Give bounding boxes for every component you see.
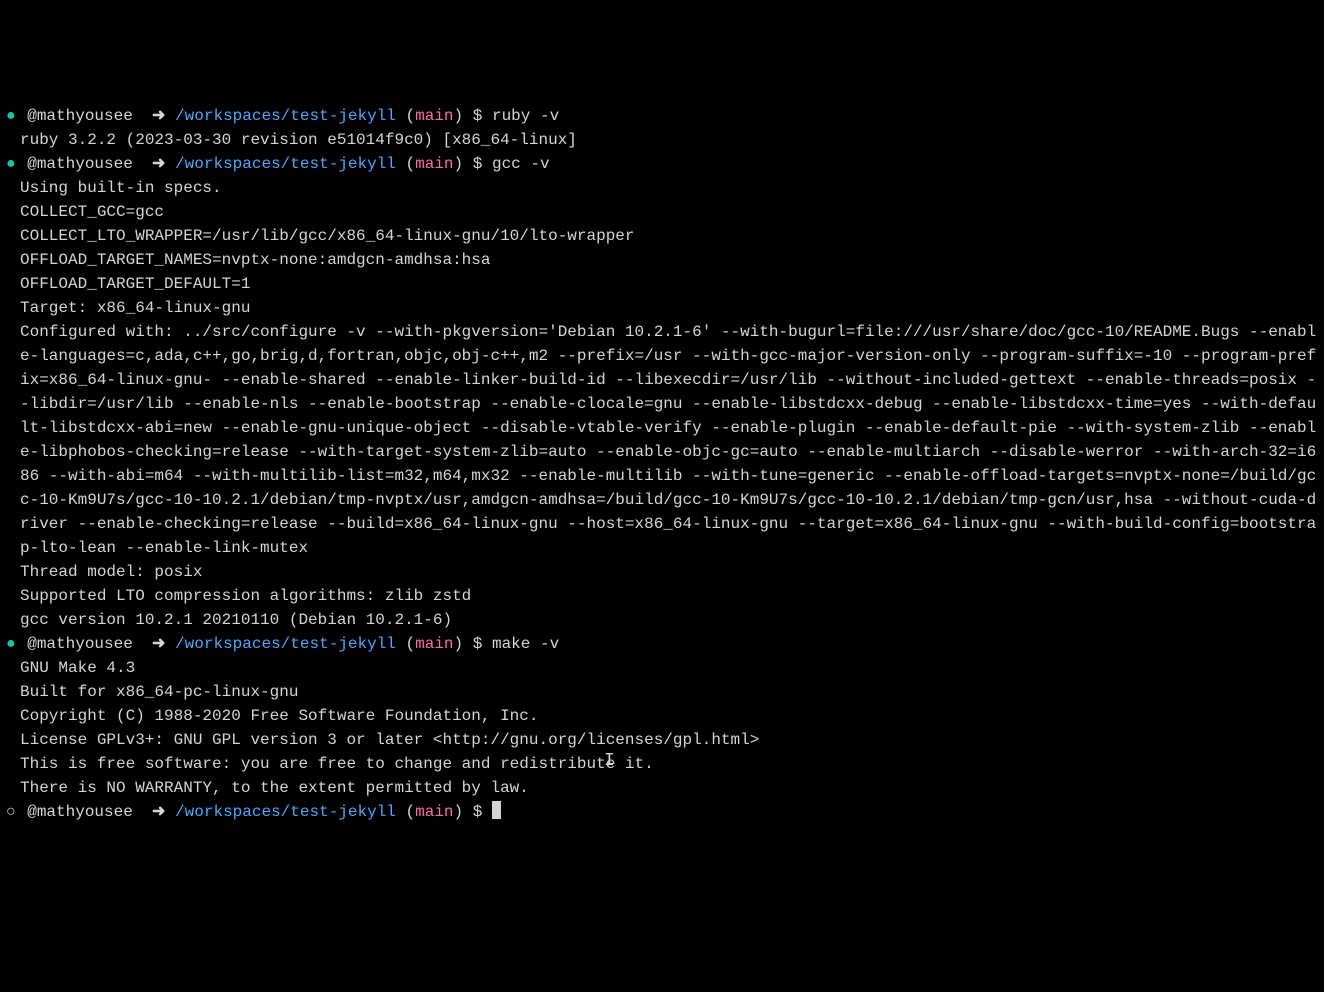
prompt-line-1: ● @mathyousee ➜ /workspaces/test-jekyll …: [6, 104, 1324, 128]
branch-paren-close: ): [454, 107, 464, 125]
prompt-dollar: $: [473, 803, 483, 821]
terminal[interactable]: ● @mathyousee ➜ /workspaces/test-jekyll …: [6, 104, 1324, 824]
gcc-output-line: Configured with: ../src/configure -v --w…: [6, 320, 1324, 560]
make-output-line: There is NO WARRANTY, to the extent perm…: [6, 776, 1324, 800]
status-bullet-icon: ●: [6, 155, 16, 173]
command-text: gcc -v: [492, 155, 550, 173]
branch-paren-open: (: [406, 803, 416, 821]
prompt-user: @mathyousee: [27, 803, 133, 821]
arrow-icon: ➜: [152, 155, 165, 173]
gcc-output-line: COLLECT_GCC=gcc: [6, 200, 1324, 224]
make-output-line: GNU Make 4.3: [6, 656, 1324, 680]
arrow-icon: ➜: [152, 635, 165, 653]
prompt-user: @mathyousee: [27, 107, 133, 125]
gcc-output-line: Supported LTO compression algorithms: zl…: [6, 584, 1324, 608]
prompt-dollar: $: [473, 107, 483, 125]
branch-paren-open: (: [406, 107, 416, 125]
prompt-user: @mathyousee: [27, 155, 133, 173]
status-bullet-hollow-icon: ○: [6, 803, 16, 821]
make-output-line: Copyright (C) 1988-2020 Free Software Fo…: [6, 704, 1324, 728]
prompt-branch: main: [415, 635, 453, 653]
ruby-version-output: ruby 3.2.2 (2023-03-30 revision e51014f9…: [6, 128, 1324, 152]
gcc-output-line: Target: x86_64-linux-gnu: [6, 296, 1324, 320]
gcc-output-line: Thread model: posix: [6, 560, 1324, 584]
status-bullet-icon: ●: [6, 107, 16, 125]
prompt-path: /workspaces/test-jekyll: [175, 803, 396, 821]
prompt-path: /workspaces/test-jekyll: [175, 155, 396, 173]
status-bullet-icon: ●: [6, 635, 16, 653]
make-output-line: This is free software: you are free to c…: [6, 752, 1324, 776]
make-output-line: License GPLv3+: GNU GPL version 3 or lat…: [6, 728, 1324, 752]
prompt-branch: main: [415, 803, 453, 821]
prompt-dollar: $: [473, 635, 483, 653]
gcc-output-line: gcc version 10.2.1 20210110 (Debian 10.2…: [6, 608, 1324, 632]
prompt-branch: main: [415, 155, 453, 173]
gcc-output-line: OFFLOAD_TARGET_NAMES=nvptx-none:amdgcn-a…: [6, 248, 1324, 272]
prompt-path: /workspaces/test-jekyll: [175, 107, 396, 125]
branch-paren-open: (: [406, 155, 416, 173]
prompt-line-3: ● @mathyousee ➜ /workspaces/test-jekyll …: [6, 632, 1324, 656]
command-text: make -v: [492, 635, 559, 653]
make-output-line: Built for x86_64-pc-linux-gnu: [6, 680, 1324, 704]
branch-paren-close: ): [454, 155, 464, 173]
text-cursor-icon: I: [604, 748, 615, 775]
branch-paren-close: ): [454, 635, 464, 653]
terminal-cursor[interactable]: [492, 801, 501, 819]
gcc-output-line: COLLECT_LTO_WRAPPER=/usr/lib/gcc/x86_64-…: [6, 224, 1324, 248]
gcc-output-line: Using built-in specs.: [6, 176, 1324, 200]
prompt-dollar: $: [473, 155, 483, 173]
command-text: ruby -v: [492, 107, 559, 125]
arrow-icon: ➜: [152, 107, 165, 125]
gcc-output-line: OFFLOAD_TARGET_DEFAULT=1: [6, 272, 1324, 296]
prompt-path: /workspaces/test-jekyll: [175, 635, 396, 653]
branch-paren-close: ): [454, 803, 464, 821]
prompt-branch: main: [415, 107, 453, 125]
prompt-line-4[interactable]: ○ @mathyousee ➜ /workspaces/test-jekyll …: [6, 800, 1324, 824]
branch-paren-open: (: [406, 635, 416, 653]
prompt-line-2: ● @mathyousee ➜ /workspaces/test-jekyll …: [6, 152, 1324, 176]
arrow-icon: ➜: [152, 803, 165, 821]
prompt-user: @mathyousee: [27, 635, 133, 653]
